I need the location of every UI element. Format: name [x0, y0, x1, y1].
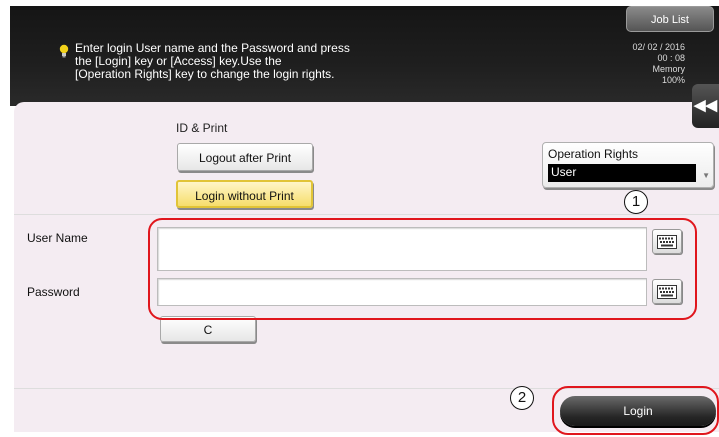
password-label: Password	[27, 285, 80, 299]
user-name-label: User Name	[27, 231, 88, 245]
login-button[interactable]: Login	[560, 396, 716, 426]
callout-number-1: 1	[624, 190, 648, 214]
operation-rights-value: User	[548, 164, 696, 182]
operation-rights-select[interactable]: Operation Rights User ▼	[542, 142, 714, 188]
login-without-print-button[interactable]: Login without Print	[176, 180, 313, 208]
callout-highlight-1	[148, 218, 697, 320]
logout-after-print-button[interactable]: Logout after Print	[177, 143, 313, 171]
job-list-button[interactable]: Job List	[626, 6, 714, 32]
dropdown-arrow-icon: ▼	[702, 171, 710, 180]
id-print-label: ID & Print	[176, 121, 228, 135]
memory-label: Memory	[652, 64, 685, 74]
lightbulb-icon	[59, 44, 69, 58]
instruction-message: Enter login User name and the Password a…	[75, 42, 425, 81]
message-line-3: [Operation Rights] key to change the log…	[75, 67, 335, 81]
memory-value: 100%	[661, 75, 685, 85]
operation-rights-label: Operation Rights	[548, 147, 639, 161]
divider-top	[14, 214, 719, 215]
date: 02/ 02 / 2016	[632, 42, 685, 52]
screen: Job List Enter login User name and the P…	[0, 0, 719, 437]
callout-number-2: 2	[510, 386, 534, 410]
collapse-left-icon[interactable]: ◀◀	[692, 84, 719, 128]
time: 00 : 08	[657, 53, 685, 63]
status-info: 02/ 02 / 2016 00 : 08 Memory 100%	[632, 42, 685, 86]
